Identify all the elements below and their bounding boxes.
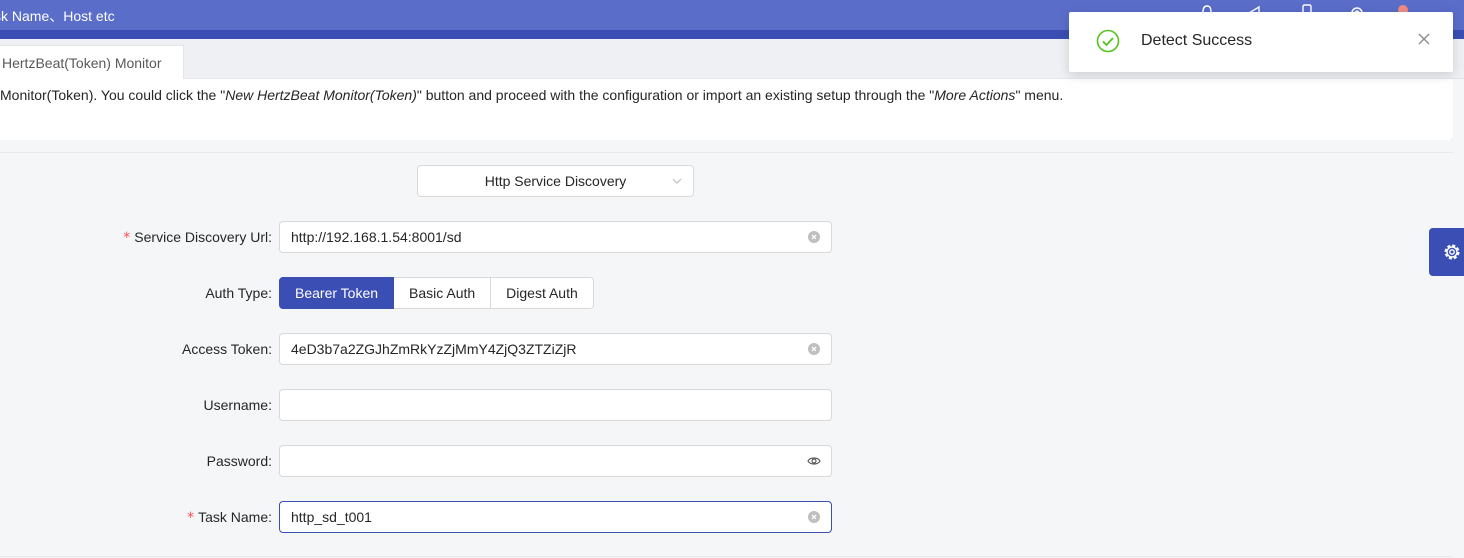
clear-icon[interactable] [808,511,820,523]
password-input[interactable] [279,445,832,477]
access-token-label: Access Token: [181,341,272,357]
clear-icon[interactable] [808,343,820,355]
auth-type-label: Auth Type: [205,285,272,301]
page-description-card: Monitor(Token). You could click the "New… [0,79,1453,140]
task-name-input[interactable]: http_sd_t001 [279,501,832,533]
auth-digest-auth-button[interactable]: Digest Auth [491,277,594,309]
username-input[interactable] [279,389,832,421]
bottom-divider [0,556,1453,557]
notification-message: Detect Success [1141,32,1253,49]
close-icon[interactable] [1417,32,1431,46]
select-value: Http Service Discovery [484,173,627,189]
required-mark: * [123,230,131,246]
global-search-placeholder[interactable]: sk Name、Host etc [0,6,115,26]
auth-type-radio-group: Bearer Token Basic Auth Digest Auth [279,277,594,309]
username-label: Username: [203,397,272,413]
check-circle-icon [1096,29,1120,53]
eye-icon[interactable] [807,455,821,467]
clear-icon[interactable] [808,231,820,243]
notification-toast: Detect Success [1069,12,1453,72]
floating-settings-button[interactable] [1429,228,1464,276]
auth-bearer-token-button[interactable]: Bearer Token [279,277,395,309]
auth-basic-auth-button[interactable]: Basic Auth [394,277,492,309]
required-mark: * [187,510,195,526]
chevron-down-icon [672,178,682,184]
section-divider [0,152,1453,153]
gear-icon [1444,244,1460,260]
tab-label: HertzBeat(Token) Monitor [2,55,162,71]
access-token-input[interactable]: 4eD3b7a2ZGJhZmRkYzZjMmY4ZjQ3ZTZiZjR [279,333,832,365]
service-url-label: * Service Discovery Url: [123,229,272,246]
tab-hertzbeat-token-monitor[interactable]: HertzBeat(Token) Monitor [0,45,184,79]
discovery-type-select[interactable]: Http Service Discovery [417,165,694,197]
page-description: Monitor(Token). You could click the "New… [0,87,1064,103]
task-name-label: * Task Name: [187,509,272,526]
password-label: Password: [206,453,272,469]
service-url-input[interactable]: http://192.168.1.54:8001/sd [279,221,832,253]
